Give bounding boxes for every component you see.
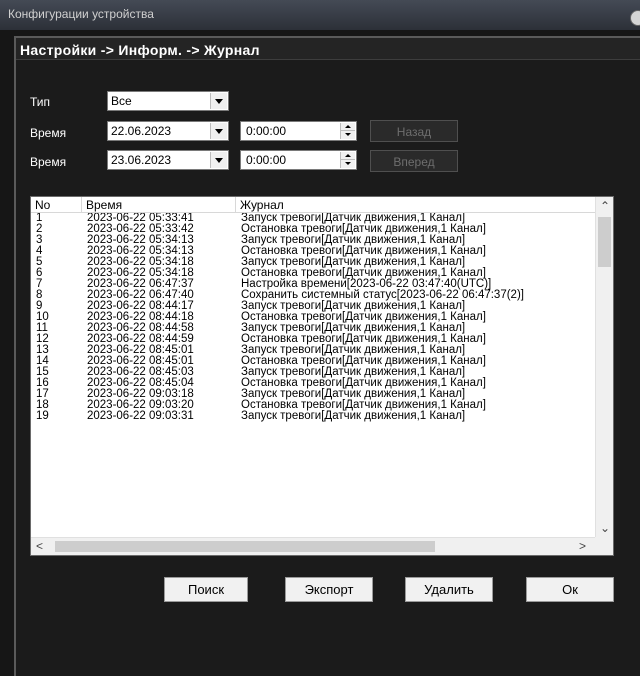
type-select[interactable]: Все bbox=[107, 91, 229, 111]
back-button[interactable]: Назад bbox=[370, 120, 458, 142]
export-button[interactable]: Экспорт bbox=[285, 577, 373, 602]
date-from-select[interactable]: 22.06.2023 bbox=[107, 121, 229, 141]
chevron-down-icon[interactable] bbox=[210, 152, 227, 168]
horizontal-scroll-thumb[interactable] bbox=[55, 541, 435, 552]
cell-log: Запуск тревоги[Датчик движения,1 Канал] bbox=[241, 410, 466, 422]
time-from-value: 0:00:00 bbox=[246, 124, 287, 138]
column-header-log[interactable]: Журнал bbox=[236, 197, 596, 213]
type-label: Тип bbox=[30, 95, 51, 109]
date-from-value: 22.06.2023 bbox=[111, 124, 172, 138]
forward-button[interactable]: Вперед bbox=[370, 150, 458, 172]
breadcrumb: Настройки -> Информ. -> Журнал bbox=[16, 38, 640, 60]
scroll-right-icon[interactable]: > bbox=[579, 540, 586, 552]
chevron-down-icon[interactable] bbox=[210, 123, 227, 139]
date-to-select[interactable]: 23.06.2023 bbox=[107, 150, 229, 170]
time-to-value: 0:00:00 bbox=[246, 153, 287, 167]
log-list[interactable]: No Время Журнал 1 2023-06-22 05:33:41 Запу… bbox=[30, 196, 614, 556]
close-circle-icon[interactable] bbox=[630, 10, 640, 26]
scroll-up-icon[interactable]: ⌃ bbox=[600, 200, 610, 212]
vertical-scrollbar[interactable]: ⌃ ⌄ bbox=[595, 197, 613, 537]
log-rows: 1 2023-06-22 05:33:41 Запуск тревоги[Датчи… bbox=[31, 213, 596, 533]
date-to-value: 23.06.2023 bbox=[111, 153, 172, 167]
scroll-down-icon[interactable]: ⌄ bbox=[600, 522, 610, 534]
search-button[interactable]: Поиск bbox=[164, 577, 248, 602]
delete-button[interactable]: Удалить bbox=[405, 577, 493, 602]
table-row[interactable]: 19 2023-06-22 09:03:31 Запуск тревоги[Датч… bbox=[31, 410, 596, 422]
window-title: Конфигурации устройства bbox=[8, 7, 154, 21]
time-to-label: Время bbox=[30, 155, 67, 169]
spinner-buttons bbox=[340, 152, 355, 168]
type-select-value: Все bbox=[111, 94, 132, 108]
chevron-down-icon[interactable] bbox=[210, 93, 227, 109]
scroll-left-icon[interactable]: < bbox=[36, 540, 43, 552]
cell-time: 2023-06-22 09:03:31 bbox=[87, 410, 194, 422]
window-titlebar: Конфигурации устройства bbox=[0, 0, 640, 30]
spin-up-icon[interactable] bbox=[341, 152, 355, 160]
column-header-time[interactable]: Время bbox=[82, 197, 236, 213]
time-from-spinner[interactable]: 0:00:00 bbox=[240, 121, 357, 141]
horizontal-scrollbar[interactable]: < > bbox=[31, 537, 596, 555]
scrollbar-corner bbox=[595, 537, 613, 555]
time-to-spinner[interactable]: 0:00:00 bbox=[240, 150, 357, 170]
spinner-buttons bbox=[340, 123, 355, 139]
vertical-scroll-thumb[interactable] bbox=[598, 217, 611, 267]
time-from-label: Время bbox=[30, 126, 67, 140]
spin-down-icon[interactable] bbox=[341, 131, 355, 139]
cell-no: 19 bbox=[36, 410, 49, 422]
column-header-no[interactable]: No bbox=[31, 197, 82, 213]
log-list-header: No Время Журнал bbox=[31, 197, 596, 213]
ok-button[interactable]: Ок bbox=[526, 577, 614, 602]
spin-down-icon[interactable] bbox=[341, 160, 355, 168]
spin-up-icon[interactable] bbox=[341, 123, 355, 131]
